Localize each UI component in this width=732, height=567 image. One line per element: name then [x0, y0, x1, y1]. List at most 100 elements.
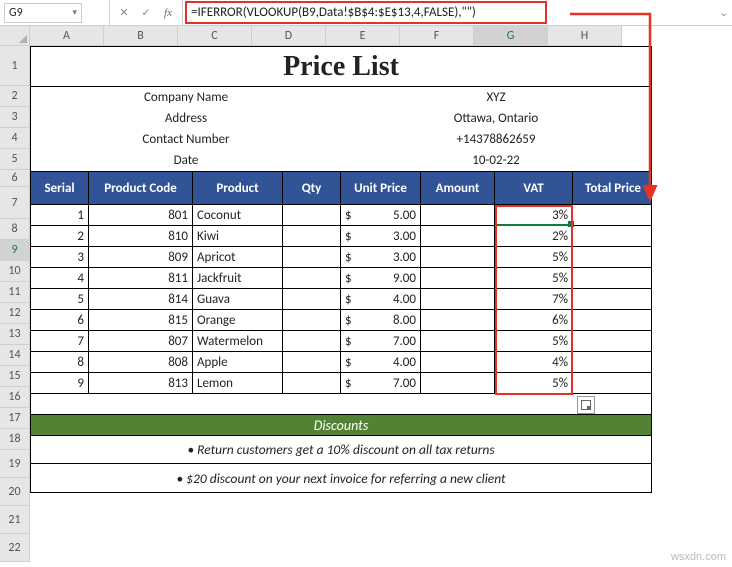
cell-vat[interactable]: 5%: [495, 373, 573, 393]
cell-serial[interactable]: 1: [31, 205, 89, 225]
cell-amount[interactable]: [421, 352, 495, 372]
cell-amount[interactable]: [421, 289, 495, 309]
cell-unit-price[interactable]: $8.00: [341, 310, 421, 330]
cell-serial[interactable]: 8: [31, 352, 89, 372]
cell-qty[interactable]: [283, 226, 341, 246]
expand-icon[interactable]: ⌄: [720, 6, 728, 19]
cell-code[interactable]: 813: [89, 373, 193, 393]
cell-unit-price[interactable]: $4.00: [341, 289, 421, 309]
cell-amount[interactable]: [421, 373, 495, 393]
cell-vat[interactable]: 6%: [495, 310, 573, 330]
col-header[interactable]: A: [30, 26, 104, 46]
table-row[interactable]: 9813Lemon$7.005%: [31, 373, 651, 394]
cell-vat[interactable]: 3%: [495, 205, 573, 225]
cell-qty[interactable]: [283, 310, 341, 330]
row-header[interactable]: 1: [0, 46, 30, 86]
cell-unit-price[interactable]: $3.00: [341, 226, 421, 246]
table-row[interactable]: 5814Guava$4.007%: [31, 289, 651, 310]
cell-product[interactable]: Orange: [193, 310, 283, 330]
row-header[interactable]: 8: [0, 219, 30, 240]
cell-vat[interactable]: 2%: [495, 226, 573, 246]
row-header[interactable]: 12: [0, 303, 30, 324]
row-header[interactable]: 5: [0, 149, 30, 170]
cell-serial[interactable]: 2: [31, 226, 89, 246]
cell-qty[interactable]: [283, 247, 341, 267]
chevron-down-icon[interactable]: ▾: [72, 7, 77, 18]
cell-product[interactable]: Coconut: [193, 205, 283, 225]
cell-qty[interactable]: [283, 373, 341, 393]
cell-amount[interactable]: [421, 247, 495, 267]
cell-qty[interactable]: [283, 352, 341, 372]
cell-amount[interactable]: [421, 268, 495, 288]
row-header[interactable]: 3: [0, 107, 30, 128]
fx-icon[interactable]: fx: [160, 5, 176, 21]
cell-total[interactable]: [573, 268, 653, 288]
row-header[interactable]: 22: [0, 534, 30, 562]
cell-qty[interactable]: [283, 289, 341, 309]
row-header[interactable]: 11: [0, 282, 30, 303]
row-header[interactable]: 16: [0, 387, 30, 408]
cell-code[interactable]: 810: [89, 226, 193, 246]
cell-code[interactable]: 814: [89, 289, 193, 309]
cell-code[interactable]: 801: [89, 205, 193, 225]
cell-product[interactable]: Watermelon: [193, 331, 283, 351]
col-header[interactable]: E: [326, 26, 400, 46]
row-header[interactable]: 7: [0, 187, 30, 219]
cell-product[interactable]: Apricot: [193, 247, 283, 267]
table-row[interactable]: 3809Apricot $3.00 5%: [31, 247, 651, 268]
cell-code[interactable]: 811: [89, 268, 193, 288]
cell-vat[interactable]: 5%: [495, 268, 573, 288]
table-row[interactable]: 1801Coconut $5.00 3%: [31, 205, 651, 226]
col-header[interactable]: B: [104, 26, 178, 46]
cell-code[interactable]: 815: [89, 310, 193, 330]
cell-code[interactable]: 809: [89, 247, 193, 267]
select-all-corner[interactable]: [0, 26, 30, 46]
name-box[interactable]: G9 ▾: [4, 3, 82, 23]
cell-unit-price[interactable]: $5.00: [341, 205, 421, 225]
table-row[interactable]: 4811Jackfruit$9.005%: [31, 268, 651, 289]
row-header[interactable]: 13: [0, 324, 30, 345]
table-row[interactable]: 6815Orange $8.00 6%: [31, 310, 651, 331]
confirm-icon[interactable]: ✓: [138, 5, 154, 21]
row-header[interactable]: 14: [0, 345, 30, 366]
cell-amount[interactable]: [421, 205, 495, 225]
row-header[interactable]: 9: [0, 240, 30, 261]
cell-total[interactable]: [573, 289, 653, 309]
cell-serial[interactable]: 9: [31, 373, 89, 393]
cell-amount[interactable]: [421, 226, 495, 246]
cell-qty[interactable]: [283, 331, 341, 351]
row-header[interactable]: 4: [0, 128, 30, 149]
cell-vat[interactable]: 5%: [495, 247, 573, 267]
cell-total[interactable]: [573, 373, 653, 393]
cell-total[interactable]: [573, 310, 653, 330]
table-row[interactable]: 7807Watermelon $7.00 5%: [31, 331, 651, 352]
cell-serial[interactable]: 6: [31, 310, 89, 330]
col-header[interactable]: H: [548, 26, 622, 46]
cell-unit-price[interactable]: $9.00: [341, 268, 421, 288]
cell-serial[interactable]: 3: [31, 247, 89, 267]
cell-amount[interactable]: [421, 331, 495, 351]
cell-total[interactable]: [573, 205, 653, 225]
row-header[interactable]: 2: [0, 86, 30, 107]
cell-product[interactable]: Lemon: [193, 373, 283, 393]
row-header[interactable]: 19: [0, 450, 30, 478]
cell-product[interactable]: Apple: [193, 352, 283, 372]
cell-serial[interactable]: 7: [31, 331, 89, 351]
formula-input[interactable]: =IFERROR(VLOOKUP(B9,Data!$B$4:$E$13,4,FA…: [185, 1, 547, 24]
cell-unit-price[interactable]: $7.00: [341, 331, 421, 351]
row-header[interactable]: 10: [0, 261, 30, 282]
cell-serial[interactable]: 4: [31, 268, 89, 288]
cell-unit-price[interactable]: $3.00: [341, 247, 421, 267]
cell-code[interactable]: 807: [89, 331, 193, 351]
worksheet[interactable]: Price List Company Name Address Contact …: [30, 46, 652, 493]
cell-serial[interactable]: 5: [31, 289, 89, 309]
cell-total[interactable]: [573, 352, 653, 372]
cancel-icon[interactable]: ✕: [116, 5, 132, 21]
cell-product[interactable]: Kiwi: [193, 226, 283, 246]
cell-vat[interactable]: 5%: [495, 331, 573, 351]
cell-vat[interactable]: 4%: [495, 352, 573, 372]
cell-qty[interactable]: [283, 205, 341, 225]
col-header-active[interactable]: G: [474, 26, 548, 46]
col-header[interactable]: C: [178, 26, 252, 46]
cell-product[interactable]: Guava: [193, 289, 283, 309]
